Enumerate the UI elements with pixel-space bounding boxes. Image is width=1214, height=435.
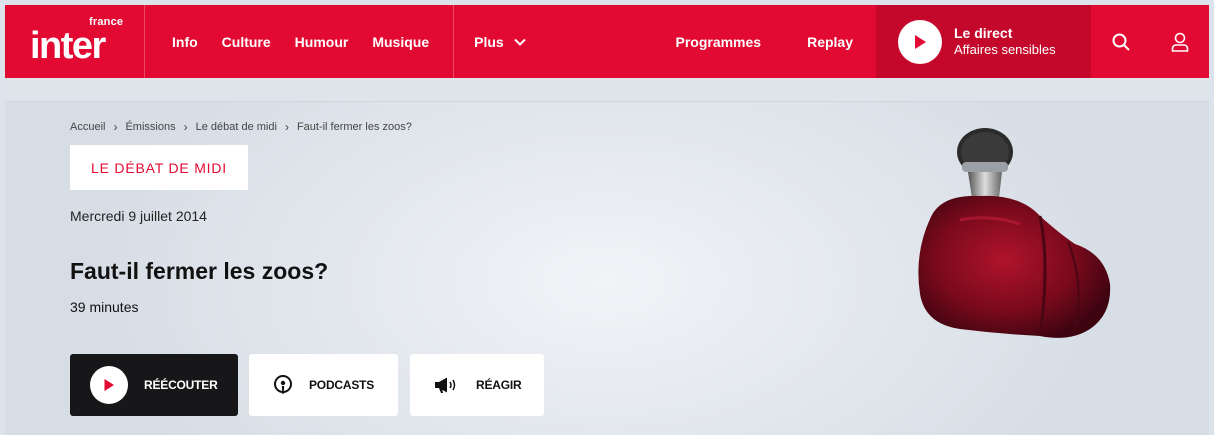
- nav-item-culture[interactable]: Culture: [222, 34, 271, 50]
- nav-right: Programmes Replay Le direct Affaires sen…: [652, 5, 1209, 78]
- breadcrumb-home[interactable]: Accueil: [70, 121, 105, 133]
- logo-main-text: inter: [30, 24, 106, 67]
- nav-item-humour[interactable]: Humour: [295, 34, 349, 50]
- user-icon: [1171, 32, 1188, 52]
- main-nav: Info Culture Humour Musique: [145, 5, 453, 78]
- breadcrumb-show[interactable]: Le débat de midi: [196, 121, 277, 133]
- breadcrumb-current: Faut-il fermer les zoos?: [296, 121, 412, 133]
- top-navigation: france inter Info Culture Humour Musique…: [5, 5, 1209, 78]
- search-button[interactable]: [1091, 5, 1150, 78]
- account-button[interactable]: [1150, 5, 1209, 78]
- nav-item-musique[interactable]: Musique: [372, 34, 429, 50]
- megaphone-icon: [435, 377, 456, 393]
- search-icon: [1112, 33, 1130, 51]
- play-icon: [898, 19, 942, 64]
- listen-button[interactable]: RÉÉCOUTER: [70, 354, 238, 416]
- podcast-icon: [274, 375, 292, 394]
- logo[interactable]: france inter: [5, 5, 145, 78]
- live-subtitle: Affaires sensibles: [954, 42, 1056, 58]
- show-badge[interactable]: LE DÉBAT DE MIDI: [70, 145, 248, 190]
- breadcrumb-emissions[interactable]: Émissions: [125, 121, 175, 133]
- nav-item-replay[interactable]: Replay: [784, 34, 876, 50]
- breadcrumb: Accueil › Émissions › Le débat de midi ›…: [70, 120, 412, 134]
- podcasts-button[interactable]: PODCASTS: [249, 354, 398, 416]
- nav-item-programmes[interactable]: Programmes: [652, 34, 784, 50]
- nav-more-label: Plus: [474, 33, 504, 50]
- play-icon: [90, 366, 128, 404]
- nav-more-button[interactable]: Plus: [454, 5, 526, 78]
- live-button[interactable]: Le direct Affaires sensibles: [876, 5, 1091, 78]
- header-spacer: [5, 78, 1209, 102]
- chevron-down-icon: [513, 38, 526, 46]
- listen-label: RÉÉCOUTER: [144, 378, 218, 392]
- live-text: Le direct Affaires sensibles: [954, 25, 1056, 59]
- react-label: RÉAGIR: [476, 378, 522, 392]
- live-title: Le direct: [954, 24, 1013, 41]
- boxing-glove-microphone-illustration: [918, 128, 1111, 338]
- episode-date: Mercredi 9 juillet 2014: [70, 208, 207, 224]
- episode-duration: 39 minutes: [70, 299, 139, 315]
- chevron-right-icon: ›: [183, 120, 188, 134]
- logo-small-text: france: [89, 16, 124, 28]
- chevron-right-icon: ›: [284, 120, 289, 134]
- episode-hero: Accueil › Émissions › Le débat de midi ›…: [5, 102, 1209, 435]
- chevron-right-icon: ›: [113, 120, 118, 134]
- nav-item-info[interactable]: Info: [172, 34, 198, 50]
- page-title: Faut-il fermer les zoos?: [70, 258, 329, 284]
- podcasts-label: PODCASTS: [309, 378, 375, 392]
- react-button[interactable]: RÉAGIR: [410, 354, 544, 416]
